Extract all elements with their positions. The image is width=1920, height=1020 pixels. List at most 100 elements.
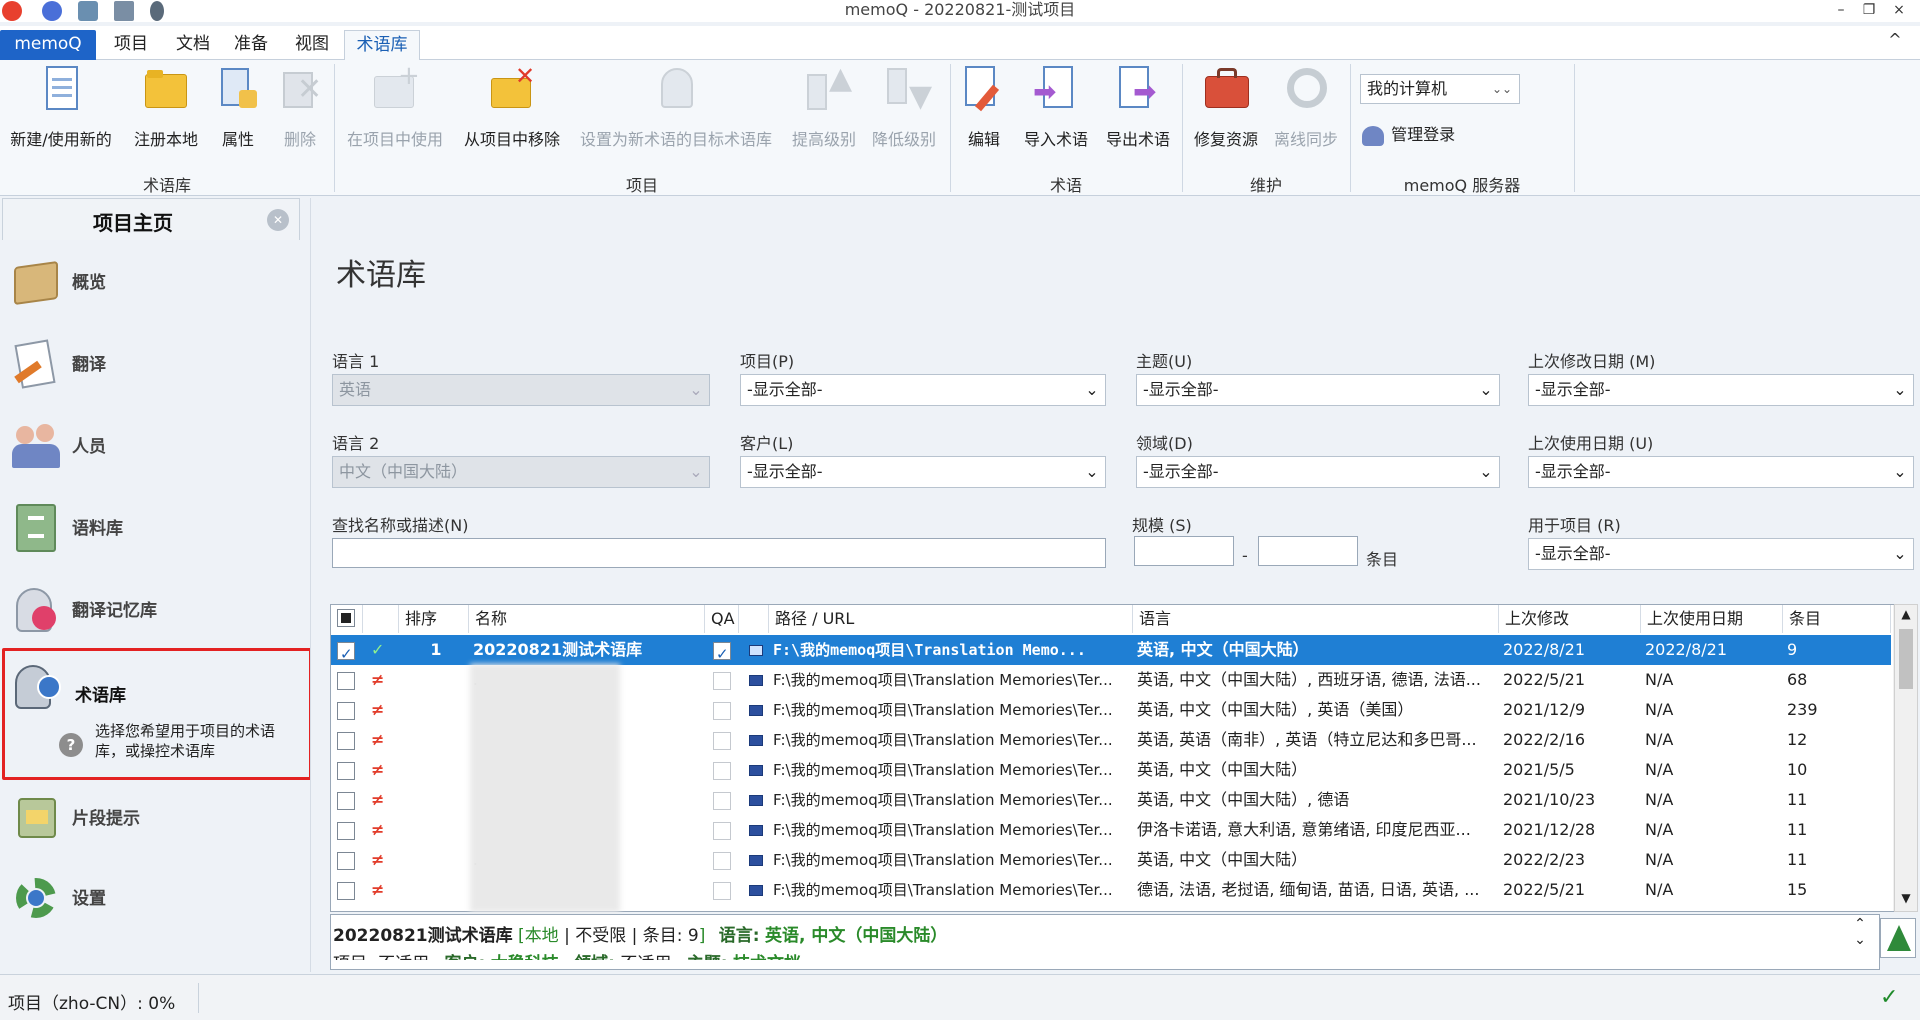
minimize-button[interactable]: – bbox=[1826, 0, 1856, 20]
set-target-termbase-button[interactable]: 设置为新术语的目标术语库 bbox=[572, 62, 780, 152]
row-qa-checkbox[interactable]: ✓ bbox=[713, 642, 731, 663]
search-input[interactable] bbox=[332, 538, 1106, 568]
delete-button[interactable]: ✕ 删除 bbox=[272, 62, 328, 152]
tab-view[interactable]: 视图 bbox=[282, 30, 342, 60]
row-checkbox[interactable]: ✓ bbox=[337, 642, 355, 663]
qa-check-icon[interactable] bbox=[1880, 918, 1916, 958]
row-checkbox[interactable] bbox=[337, 822, 355, 840]
properties-button[interactable]: 属性 bbox=[208, 62, 268, 152]
export-terms-button[interactable]: ➡ 导出术语 bbox=[1098, 62, 1178, 152]
col-header-name[interactable]: 名称 bbox=[469, 605, 705, 633]
project-filter-select[interactable]: -显示全部- ⌄ bbox=[740, 374, 1106, 406]
import-terms-button[interactable]: ➡ 导入术语 bbox=[1016, 62, 1096, 152]
row-qa-checkbox[interactable] bbox=[713, 852, 731, 870]
collapse-ribbon-button[interactable]: ^ bbox=[1880, 30, 1910, 50]
tab-document[interactable]: 文档 bbox=[164, 30, 222, 60]
row-qa-checkbox[interactable] bbox=[713, 792, 731, 810]
new-document-icon bbox=[38, 64, 84, 116]
row-qa-checkbox[interactable] bbox=[713, 822, 731, 840]
detail-count: 9 bbox=[687, 926, 699, 946]
lang1-select[interactable]: 英语 ⌄ bbox=[332, 374, 710, 406]
tab-memoq[interactable]: memoQ bbox=[0, 30, 96, 60]
remove-from-project-button[interactable]: ✕ 从项目中移除 bbox=[456, 62, 568, 152]
close-button[interactable]: × bbox=[1884, 0, 1914, 20]
nav-fragments[interactable]: 片段提示 bbox=[10, 786, 300, 856]
row-checkbox[interactable] bbox=[337, 852, 355, 870]
table-row[interactable]: ✓ ✓ 1 20220821测试术语库 ✓ F:\我的memoq项目\Translatio… bbox=[331, 635, 1891, 665]
scroll-up-icon[interactable]: ▲ bbox=[1895, 607, 1917, 621]
nav-termbase-active[interactable]: 术语库 ? 选择您希望用于项目的术语库，或操控术语库 bbox=[2, 648, 312, 780]
detail-scroll-up-icon[interactable]: ⌃ bbox=[1846, 916, 1874, 932]
col-header-entries[interactable]: 条目 bbox=[1783, 605, 1891, 633]
row-checkbox[interactable] bbox=[337, 792, 355, 810]
restore-button[interactable]: ❐ bbox=[1854, 0, 1884, 20]
close-tab-icon[interactable]: ✕ bbox=[267, 209, 289, 231]
col-header-path[interactable]: 路径 / URL bbox=[769, 605, 1133, 633]
grid-scrollbar[interactable]: ▲ ▼ bbox=[1894, 604, 1918, 912]
lang2-select[interactable]: 中文（中国大陆） ⌄ bbox=[332, 456, 710, 488]
row-path: F:\我的memoq项目\Translation Memo... bbox=[773, 641, 1086, 659]
modified-filter-select[interactable]: -显示全部- ⌄ bbox=[1528, 374, 1914, 406]
manage-login-button[interactable]: 管理登录 bbox=[1362, 122, 1482, 148]
row-path: F:\我的memoq项目\Translation Memories\Ter... bbox=[773, 671, 1113, 689]
nav-translation-memories[interactable]: 翻译记忆库 bbox=[10, 578, 300, 648]
row-checkbox[interactable] bbox=[337, 762, 355, 780]
row-qa-checkbox[interactable] bbox=[713, 732, 731, 750]
col-header-qa[interactable]: QA bbox=[705, 605, 739, 633]
nav-corpora[interactable]: 语料库 bbox=[10, 496, 300, 566]
detail-sep: | bbox=[631, 926, 638, 946]
server-select-value: 我的计算机 bbox=[1367, 79, 1448, 98]
size-label: 规模 (S) bbox=[1132, 516, 1192, 535]
row-qa-checkbox[interactable] bbox=[713, 882, 731, 900]
used-filter-select[interactable]: -显示全部- ⌄ bbox=[1528, 456, 1914, 488]
register-local-button[interactable]: 注册本地 bbox=[126, 62, 206, 152]
row-qa-checkbox[interactable] bbox=[713, 702, 731, 720]
subject-filter-select[interactable]: -显示全部- ⌄ bbox=[1136, 374, 1500, 406]
detail-scroll[interactable]: ⌃ ⌄ bbox=[1846, 916, 1874, 968]
offline-sync-button[interactable]: 离线同步 bbox=[1270, 62, 1342, 152]
nav-overview[interactable]: 概览 bbox=[10, 250, 300, 320]
termbase-detail: 20220821测试术语库 [本地 | 不受限 | 条目: 9] 语言: 英语,… bbox=[330, 914, 1880, 970]
client-filter-select[interactable]: -显示全部- ⌄ bbox=[740, 456, 1106, 488]
row-checkbox[interactable] bbox=[337, 672, 355, 690]
for-project-label: 用于项目 (R) bbox=[1528, 516, 1621, 535]
size-max-input[interactable] bbox=[1258, 536, 1358, 566]
edit-button[interactable]: 编辑 bbox=[958, 62, 1010, 152]
nav-translation[interactable]: 翻译 bbox=[10, 332, 300, 402]
chevron-down-icon: ⌄ bbox=[1479, 462, 1493, 481]
server-select[interactable]: 我的计算机 ⌄⌄ bbox=[1360, 74, 1520, 104]
tab-prepare[interactable]: 准备 bbox=[226, 30, 276, 60]
domain-filter-select[interactable]: -显示全部- ⌄ bbox=[1136, 456, 1500, 488]
row-checkbox[interactable] bbox=[337, 702, 355, 720]
col-header-order[interactable]: 排序 bbox=[399, 605, 469, 633]
scroll-down-icon[interactable]: ▼ bbox=[1895, 891, 1917, 905]
size-min-input[interactable] bbox=[1134, 536, 1234, 566]
col-header-language[interactable]: 语言 bbox=[1133, 605, 1499, 633]
row-order bbox=[399, 785, 469, 815]
col-header-modified[interactable]: 上次修改 bbox=[1499, 605, 1641, 633]
status-col-header bbox=[363, 605, 399, 633]
nav-settings[interactable]: 设置 bbox=[10, 866, 300, 936]
tab-project[interactable]: 项目 bbox=[102, 30, 160, 60]
new-termbase-button[interactable]: 新建/使用新的 bbox=[6, 62, 116, 152]
detail-project-value: 不适用 bbox=[378, 954, 430, 970]
row-qa-checkbox[interactable] bbox=[713, 672, 731, 690]
repair-resource-button[interactable]: 修复资源 bbox=[1188, 62, 1264, 152]
row-checkbox[interactable] bbox=[337, 882, 355, 900]
for-project-select[interactable]: -显示全部- ⌄ bbox=[1528, 538, 1914, 570]
home-tab[interactable]: 项目主页 ✕ bbox=[2, 198, 300, 240]
detail-scroll-down-icon[interactable]: ⌄ bbox=[1846, 932, 1874, 948]
lower-rank-button[interactable]: ▼ 降低级别 bbox=[866, 62, 942, 152]
row-checkbox[interactable] bbox=[337, 732, 355, 750]
use-in-project-button[interactable]: + 在项目中使用 bbox=[342, 62, 448, 152]
col-header-last-used[interactable]: 上次使用日期 bbox=[1641, 605, 1783, 633]
detail-badge: 本地 bbox=[524, 926, 559, 946]
row-path: F:\我的memoq项目\Translation Memories\Ter... bbox=[773, 821, 1113, 839]
nav-people[interactable]: 人员 bbox=[10, 414, 300, 484]
scroll-thumb[interactable] bbox=[1899, 629, 1913, 689]
row-qa-checkbox[interactable] bbox=[713, 762, 731, 780]
row-language: 英语, 中文（中国大陆）, 西班牙语, 德语, 法语... bbox=[1137, 670, 1481, 689]
select-all-checkbox[interactable] bbox=[337, 609, 355, 627]
raise-rank-button[interactable]: ▲ 提高级别 bbox=[786, 62, 862, 152]
tab-termbase[interactable]: 术语库 bbox=[344, 30, 420, 60]
